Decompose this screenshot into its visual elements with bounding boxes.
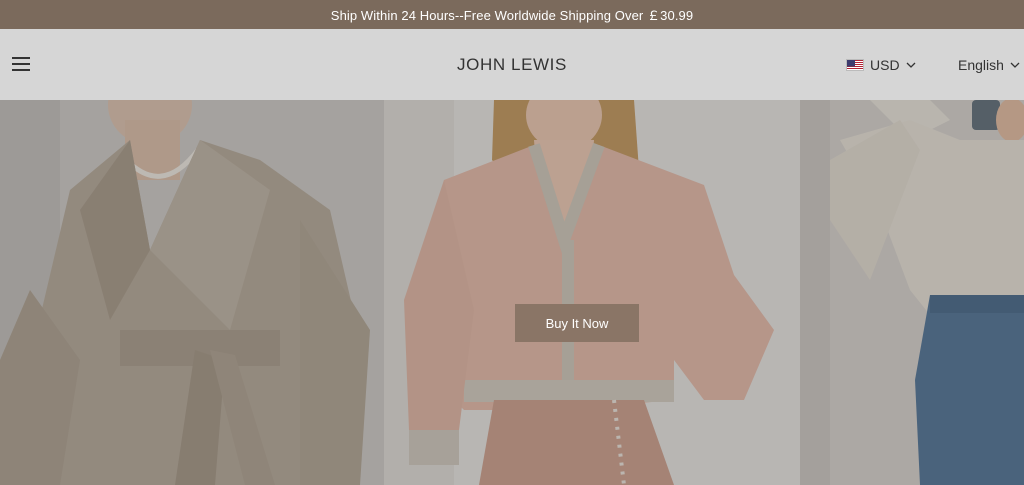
us-flag-icon	[846, 59, 864, 71]
buy-it-now-button[interactable]: Buy It Now	[515, 304, 639, 342]
chevron-down-icon	[906, 62, 916, 68]
announcement-text: Ship Within 24 Hours--Free Worldwide Shi…	[330, 8, 694, 23]
chevron-down-icon	[1010, 62, 1020, 68]
hero-banner: Buy It Now	[0, 100, 1024, 485]
currency-selector[interactable]: USD	[846, 55, 916, 75]
hero-dim-overlay	[0, 100, 1024, 485]
language-label: English	[958, 57, 1004, 73]
site-header: JOHN LEWIS USD English	[0, 29, 1024, 100]
currency-label: USD	[870, 57, 900, 73]
language-selector[interactable]: English	[958, 55, 1020, 75]
announcement-bar: Ship Within 24 Hours--Free Worldwide Shi…	[0, 0, 1024, 29]
